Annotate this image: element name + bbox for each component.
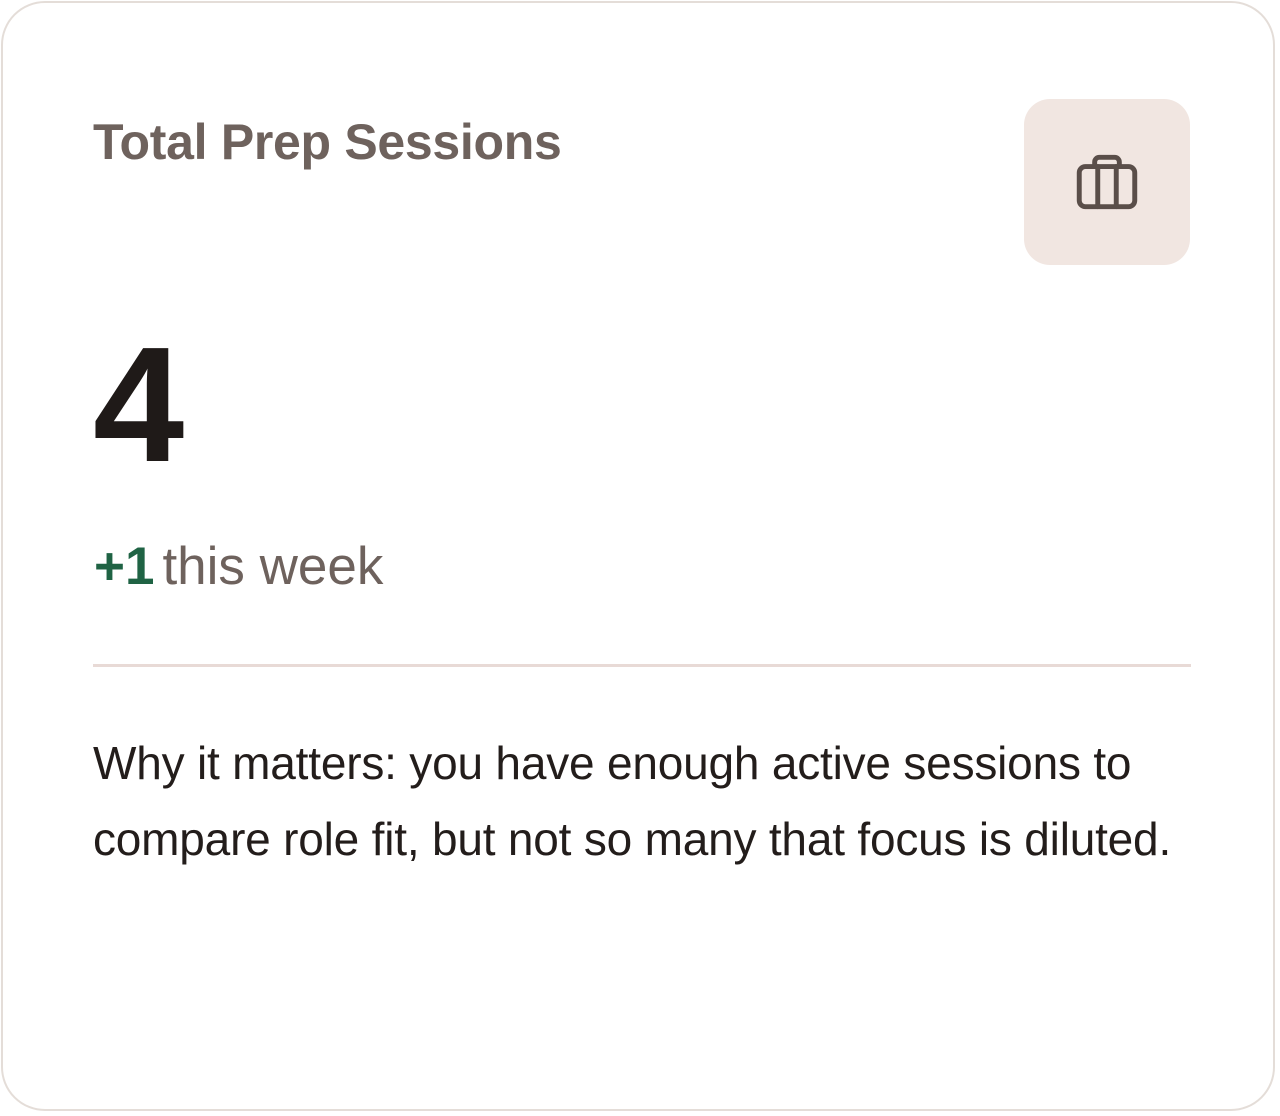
icon-tile (1024, 99, 1190, 265)
delta-row: +1 this week (94, 536, 383, 598)
divider (93, 664, 1191, 667)
metric-card: Total Prep Sessions 4 +1 this week Why it… (1, 1, 1275, 1111)
briefcase-icon (1070, 145, 1144, 219)
delta-value: +1 (94, 537, 155, 596)
card-title: Total Prep Sessions (93, 114, 562, 170)
delta-label: this week (162, 537, 384, 596)
metric-value: 4 (93, 313, 184, 496)
explanation-text: Why it matters: you have enough active s… (93, 737, 1172, 865)
